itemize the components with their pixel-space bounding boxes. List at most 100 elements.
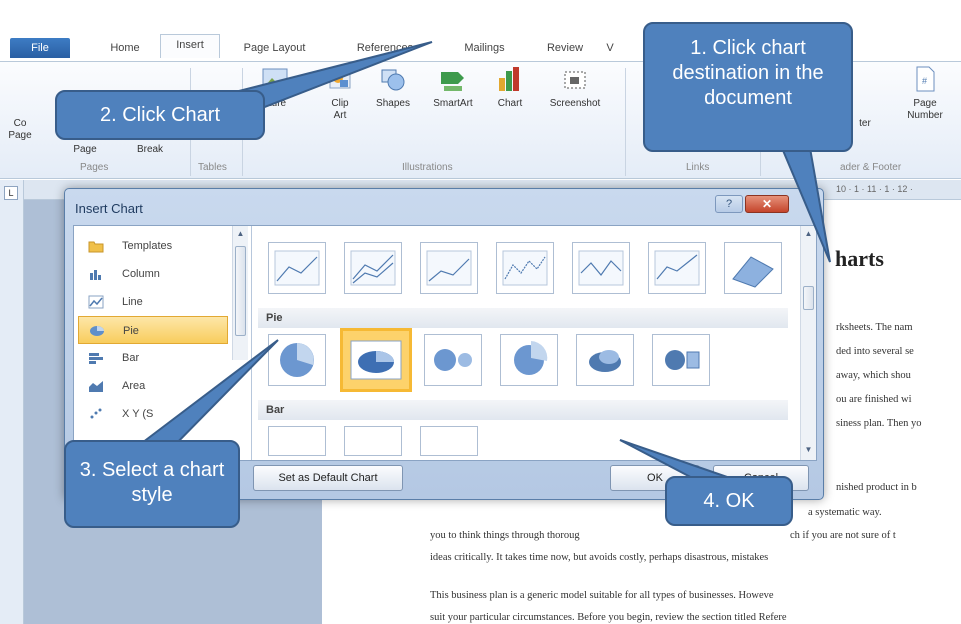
chart-thumb-bar-3[interactable]: [420, 426, 478, 456]
category-label: Bar: [122, 352, 140, 364]
footer-label: ter: [859, 118, 871, 129]
clip-art-icon: [329, 69, 351, 89]
dialog-content: Templates Column Line Pie Bar Area X Y (…: [73, 225, 817, 461]
document-line: siness plan. Then yo: [836, 418, 922, 429]
tab-insert[interactable]: Insert: [160, 34, 220, 58]
area-chart-icon: [89, 381, 103, 392]
category-scrollbar[interactable]: ▲: [232, 226, 248, 360]
callout-step-4: 4. OK: [665, 476, 793, 526]
chart-thumb-line-4[interactable]: [496, 242, 554, 294]
tab-review[interactable]: Review: [535, 38, 595, 58]
chart-thumb-bar-2[interactable]: [344, 426, 402, 456]
tab-home[interactable]: Home: [95, 38, 155, 58]
document-line: away, which shou: [836, 370, 911, 381]
tab-references[interactable]: References: [340, 38, 430, 58]
page-number-label: Page Number: [907, 98, 943, 121]
screenshot-label: Screenshot: [549, 98, 601, 109]
category-pie[interactable]: Pie: [78, 316, 228, 344]
category-templates[interactable]: Templates: [78, 232, 228, 260]
chart-thumb-line-5[interactable]: [572, 242, 630, 294]
chart-button[interactable]: Chart: [490, 64, 530, 110]
smartart-button[interactable]: SmartArt: [425, 64, 481, 110]
close-button[interactable]: ✕: [745, 195, 789, 213]
dialog-title: Insert Chart: [75, 201, 143, 216]
blank-page-button[interactable]: Page: [60, 144, 110, 156]
document-line: ded into several se: [836, 346, 914, 357]
chart-thumb-line-1[interactable]: [268, 242, 326, 294]
callout-step-3: 3. Select a chart style: [64, 440, 240, 528]
tab-selector[interactable]: L: [4, 186, 18, 200]
column-chart-icon: [90, 270, 101, 280]
category-line[interactable]: Line: [78, 288, 228, 316]
clip-art-button[interactable]: Clip Art: [322, 64, 358, 122]
callout-step-2: 2. Click Chart: [55, 90, 265, 140]
blank-page-label: Page: [73, 144, 97, 155]
smartart-label: SmartArt: [433, 98, 473, 109]
document-line: ou are finished wi: [836, 394, 912, 405]
group-illustrations-label: Illustrations: [402, 162, 453, 173]
document-heading: harts: [835, 246, 884, 271]
gallery-scrollbar[interactable]: ▲ ▼: [800, 226, 816, 460]
screenshot-button[interactable]: Screenshot: [540, 64, 610, 110]
shapes-icon: [381, 69, 405, 91]
chart-thumb-bar-1[interactable]: [268, 426, 326, 456]
category-label: Pie: [123, 325, 139, 337]
scroll-up-arrow-icon[interactable]: ▲: [235, 228, 246, 240]
vertical-ruler: [0, 180, 24, 624]
help-button[interactable]: ?: [715, 195, 743, 213]
tab-page-layout[interactable]: Page Layout: [232, 38, 317, 58]
scrollbar-thumb[interactable]: [803, 286, 814, 310]
chart-thumb-pie-3[interactable]: [424, 334, 482, 386]
document-line: nished product in b: [836, 482, 917, 493]
group-tables-label: Tables: [198, 162, 227, 173]
chart-thumb-line-6[interactable]: [648, 242, 706, 294]
tab-mailings[interactable]: Mailings: [447, 38, 522, 58]
category-label: Templates: [122, 240, 173, 252]
chart-label: Chart: [497, 98, 523, 109]
cover-page-label: Co Page: [8, 118, 32, 141]
document-line: suit your particular circumstances. Befo…: [430, 612, 787, 623]
category-xy-scatter[interactable]: X Y (S: [78, 400, 228, 428]
chart-thumb-pie-4[interactable]: [500, 334, 558, 386]
group-pages-label: Pages: [80, 162, 109, 173]
document-line: rksheets. The nam: [836, 322, 913, 333]
scatter-chart-icon: [90, 408, 102, 419]
tab-view[interactable]: V: [600, 38, 620, 58]
chart-thumb-pie-6[interactable]: [652, 334, 710, 386]
chart-thumb-line-2[interactable]: [344, 242, 402, 294]
section-pie-header: Pie: [258, 308, 788, 328]
smartart-icon: [441, 72, 464, 91]
category-label: Area: [122, 380, 146, 392]
group-header-footer-label: ader & Footer: [840, 162, 902, 173]
category-label: Column: [122, 268, 160, 280]
svg-text:#: #: [922, 76, 927, 86]
page-number-button[interactable]: # Page Number: [895, 64, 955, 122]
page-break-label: Break: [136, 144, 164, 155]
page-number-icon: #: [916, 66, 935, 92]
scroll-down-arrow-icon[interactable]: ▼: [803, 444, 814, 456]
chart-thumb-line-7[interactable]: [724, 242, 782, 294]
chart-thumb-pie-1[interactable]: [268, 334, 326, 386]
category-label: Line: [122, 296, 143, 308]
chart-thumb-pie-5[interactable]: [576, 334, 634, 386]
ruler-numbers: 10 · 1 · 11 · 1 · 12 ·: [836, 184, 913, 194]
category-bar[interactable]: Bar: [78, 344, 228, 372]
cover-page-button[interactable]: Co Page: [0, 118, 40, 142]
screenshot-icon: [564, 71, 586, 89]
bar-chart-icon: [89, 353, 103, 364]
scroll-up-arrow-icon[interactable]: ▲: [803, 228, 814, 240]
pie-chart-icon: [90, 326, 104, 336]
category-column[interactable]: Column: [78, 260, 228, 288]
scrollbar-thumb[interactable]: [235, 246, 246, 336]
category-area[interactable]: Area: [78, 372, 228, 400]
category-label: X Y (S: [122, 408, 154, 420]
shapes-button[interactable]: Shapes: [368, 64, 418, 110]
chart-thumb-line-3[interactable]: [420, 242, 478, 294]
chart-style-gallery: Pie Bar: [258, 226, 798, 460]
tab-file[interactable]: File: [10, 38, 70, 58]
callout-step-1: 1. Click chart destination in the docume…: [643, 22, 853, 152]
set-default-chart-button[interactable]: Set as Default Chart: [253, 465, 403, 491]
line-chart-icon: [88, 295, 104, 309]
page-break-button[interactable]: Break: [130, 144, 170, 156]
chart-thumb-pie-2-selected[interactable]: [340, 328, 412, 392]
